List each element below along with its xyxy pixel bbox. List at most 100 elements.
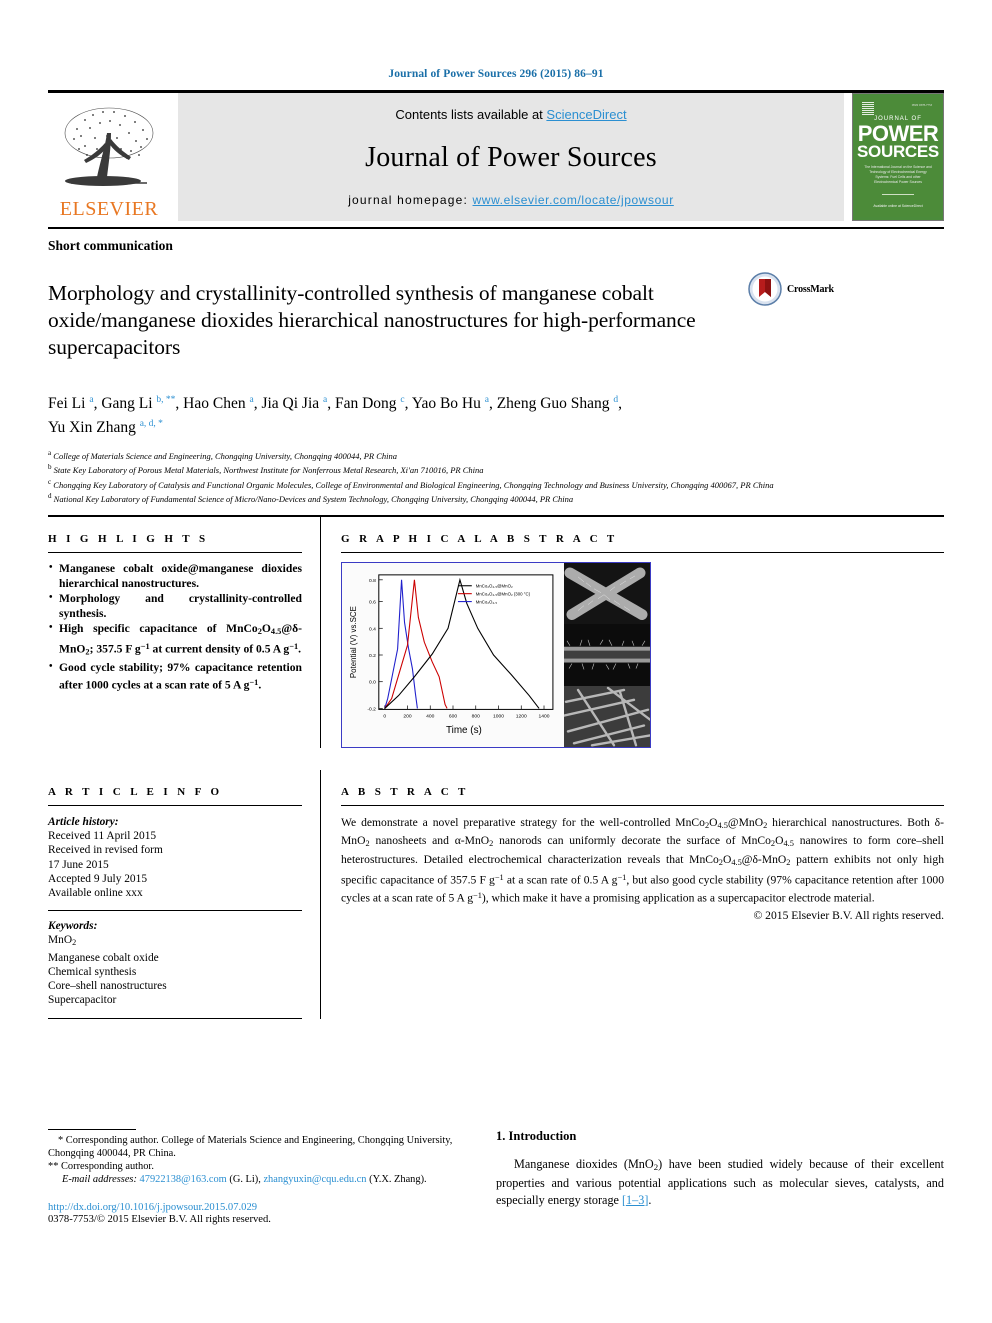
document-type: Short communication [48,238,173,253]
cover-footer: Available online at ScienceDirect [873,204,923,208]
affiliation-text-d: National Key Laboratory of Fundamental S… [53,493,574,504]
info-abstract-band: A R T I C L E I N F O Article history: R… [48,770,944,1019]
corresponding-2: ** Corresponding author. [48,1160,154,1172]
email-owner-1: (G. Li), [229,1173,261,1185]
cover-sources: SOURCES [857,142,939,161]
sem-image-stack [564,563,650,748]
email-owner-2: (Y.X. Zhang). [369,1173,427,1185]
y-axis-label: Potential (V) vs.SCE [349,606,358,678]
affiliation-mark-a: a [48,449,52,458]
contents-line: Contents lists available at ScienceDirec… [395,107,626,122]
journal-title: Journal of Power Sources [365,141,657,173]
gcd-chart: -0.2 0.0 0.2 0.4 0.6 0.8 0 200 400 600 8… [342,563,564,748]
list-item: Morphology and crystallinity-controlled … [48,591,302,621]
keyword-item: MnO2 [48,934,77,948]
cover-elsevier-mark [862,102,874,116]
sciencedirect-link[interactable]: ScienceDirect [546,107,626,122]
article-head-rule [48,227,944,229]
elsevier-logo: ELSEVIER [48,93,170,221]
graphical-abstract-heading: G R A P H I C A L A B S T R A C T [341,533,618,546]
svg-text:1200: 1200 [516,713,527,719]
authors-line-2: Yu Xin Zhang a, d, * [48,418,163,437]
svg-text:1400: 1400 [539,713,550,719]
affiliation-text-c: Chongqing Key Laboratory of Catalysis an… [53,479,774,490]
elsevier-wordmark: ELSEVIER [59,198,159,220]
graphical-abstract-column: G R A P H I C A L A B S T R A C T -0.2 0… [321,517,944,749]
history-accepted: Accepted 9 July 2015 [48,872,148,885]
svg-text:600: 600 [449,713,457,719]
introduction-heading: 1. Introduction [496,1128,577,1143]
keyword-item: Manganese cobalt oxide [48,951,159,964]
list-item: Manganese cobalt oxide@manganese dioxide… [48,561,302,591]
running-head: Journal of Power Sources 296 (2015) 86–9… [388,68,604,80]
journal-cover-thumbnail: ISSN 0378-7753 JOURNAL OF POWER SOURCES … [852,93,944,221]
footer-band: * Corresponding author. College of Mater… [48,1128,944,1225]
abstract-column: A B S T R A C T We demonstrate a novel p… [321,770,944,1018]
history-revised-date: 17 June 2015 [48,858,109,871]
introduction-paragraph: Manganese dioxides (MnO2) have been stud… [496,1156,944,1207]
keywords-block: Keywords: MnO2 Manganese cobalt oxide Ch… [48,919,302,1007]
author-list: Fei Li a, Gang Li b, **, Hao Chen a, Jia… [48,390,944,438]
cover-issn: ISSN 0378-7753 [911,103,932,107]
abstract-heading: A B S T R A C T [341,786,469,799]
history-revised: Received in revised form [48,844,163,857]
svg-text:0.0: 0.0 [369,680,376,686]
article-history-label: Article history: [48,816,119,829]
corresponding-1: * Corresponding author. College of Mater… [48,1134,453,1159]
issn-copyright: 0378-7753/© 2015 Elsevier B.V. All right… [48,1213,271,1225]
keyword-item: Chemical synthesis [48,965,137,978]
homepage-link[interactable]: www.elsevier.com/locate/jpowsour [473,193,674,207]
list-item: Good cycle stability; 97% capacitance re… [48,660,302,693]
abstract-body: We demonstrate a novel preparative strat… [341,816,945,905]
list-item: High specific capacitance of MnCo2O4.5@δ… [48,621,302,660]
crossmark-icon [748,272,782,306]
email-link-1[interactable]: 47922138@163.com [140,1174,227,1185]
history-received: Received 11 April 2015 [48,830,157,843]
email-line: E-mail addresses: 47922138@163.com (G. L… [48,1173,466,1186]
crossmark-label: CrossMark [787,283,834,295]
footnote-rule [48,1128,136,1130]
elsevier-tree-icon [64,107,154,186]
article-info-column: A R T I C L E I N F O Article history: R… [48,770,320,1019]
doi-anchor[interactable]: http://dx.doi.org/10.1016/j.jpowsour.201… [48,1202,257,1213]
article-head: Short communication Morphology and cryst… [48,227,944,518]
keywords-bottom-rule [48,1017,302,1019]
masthead: ELSEVIER Contents lists available at Sci… [48,90,944,221]
keyword-item: Supercapacitor [48,994,117,1007]
gcd-chart-svg: -0.2 0.0 0.2 0.4 0.6 0.8 0 200 400 600 8… [343,563,563,748]
crossmark-badge[interactable]: CrossMark [748,266,858,306]
highlights-column: H I G H L I G H T S Manganese cobalt oxi… [48,517,320,748]
svg-text:1000: 1000 [493,713,504,719]
abstract-rule [341,805,944,807]
abstract-copyright: © 2015 Elsevier B.V. All rights reserved… [753,908,944,922]
svg-text:0.4: 0.4 [369,626,376,632]
article-history: Article history: Received 11 April 2015 … [48,815,302,900]
keywords-label: Keywords: [48,920,98,933]
article-info-rule [48,805,302,807]
history-online: Available online xxx [48,887,143,900]
sem-image-nanowire-bundle [564,685,650,748]
affiliation-list: a College of Materials Science and Engin… [48,448,944,505]
paper-page: Journal of Power Sources 296 (2015) 86–9… [0,0,992,1323]
citation-link[interactable]: [1–3] [622,1193,648,1207]
affiliation-mark-b: b [48,463,52,472]
footnotes-column: * Corresponding author. College of Mater… [48,1128,488,1225]
svg-text:0.6: 0.6 [369,600,376,606]
doi-link[interactable]: http://dx.doi.org/10.1016/j.jpowsour.201… [48,1202,466,1213]
svg-text:0: 0 [383,713,386,719]
email-link-2[interactable]: zhangyuxin@cqu.edu.cn [263,1174,366,1185]
corresponding-author-notes: * Corresponding author. College of Mater… [48,1134,466,1186]
masthead-center: Contents lists available at ScienceDirec… [178,93,844,221]
article-info-heading: A R T I C L E I N F O [48,786,223,799]
cover-subtitle: The International Journal on the Science… [864,165,932,184]
graphical-abstract-rule [341,552,944,554]
x-axis-label: Time (s) [446,725,482,736]
svg-text:0.8: 0.8 [369,578,376,584]
svg-text:MnCo₂O₄.₅: MnCo₂O₄.₅ [476,600,498,605]
svg-text:MnCo₂O₄.₅@MnO₂ (300 °C): MnCo₂O₄.₅@MnO₂ (300 °C) [476,592,531,597]
affiliation-d: d National Key Laboratory of Fundamental… [48,491,944,505]
svg-text:-0.2: -0.2 [367,706,376,712]
highlights-graphical-band: H I G H L I G H T S Manganese cobalt oxi… [48,517,944,749]
svg-text:800: 800 [472,713,480,719]
affiliation-mark-d: d [48,491,52,500]
